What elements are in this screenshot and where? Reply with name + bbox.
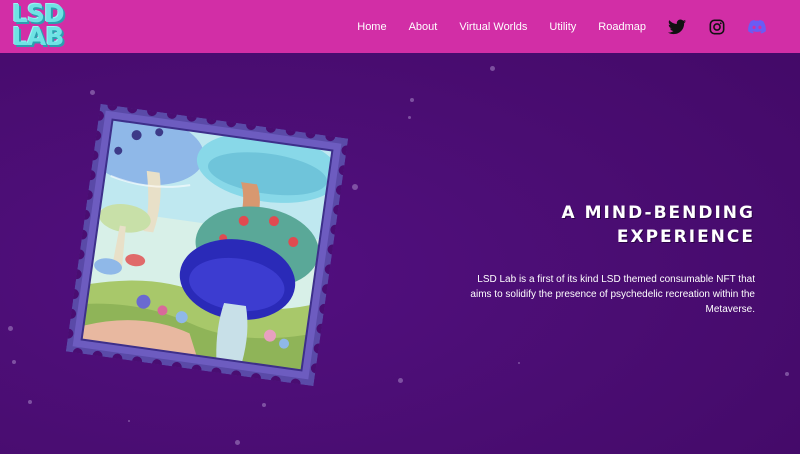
nav-link-utility[interactable]: Utility xyxy=(549,21,576,33)
page-background: LSD LAB Home About Virtual Worlds Utilit… xyxy=(0,0,800,454)
twitter-icon[interactable] xyxy=(668,18,686,36)
main-nav: Home About Virtual Worlds Utility Roadma… xyxy=(335,0,766,53)
background-dot xyxy=(518,362,520,364)
background-dot xyxy=(262,403,266,407)
background-dot xyxy=(398,378,403,383)
background-dot xyxy=(410,98,414,102)
background-dot xyxy=(490,66,495,71)
site-header: LSD LAB Home About Virtual Worlds Utilit… xyxy=(0,0,800,53)
hero-headline-line-1: A MIND-BENDING xyxy=(561,203,755,223)
background-dot xyxy=(90,90,95,95)
background-dot xyxy=(352,184,358,190)
hero-description: LSD Lab is a first of its kind LSD theme… xyxy=(470,274,755,315)
discord-icon[interactable] xyxy=(748,18,766,36)
background-dot xyxy=(12,360,16,364)
background-dot xyxy=(235,440,240,445)
nav-link-virtual-worlds[interactable]: Virtual Worlds xyxy=(459,21,527,33)
background-dot xyxy=(128,420,130,422)
background-dot xyxy=(28,400,32,404)
background-dot xyxy=(785,372,789,376)
hero-headline-line-2: EXPERIENCE xyxy=(616,227,755,247)
logo-line-2: LAB xyxy=(12,22,64,51)
hero-headline: A MIND-BENDING EXPERIENCE xyxy=(562,201,755,249)
nav-link-home[interactable]: Home xyxy=(357,21,386,33)
nav-link-about[interactable]: About xyxy=(409,21,438,33)
instagram-icon[interactable] xyxy=(708,18,726,36)
background-dot xyxy=(408,116,411,119)
lsd-lab-logo[interactable]: LSD LAB xyxy=(12,1,70,51)
nav-link-roadmap[interactable]: Roadmap xyxy=(598,21,646,33)
mushroom-stamp-artwork xyxy=(63,100,352,389)
background-dot xyxy=(8,326,13,331)
